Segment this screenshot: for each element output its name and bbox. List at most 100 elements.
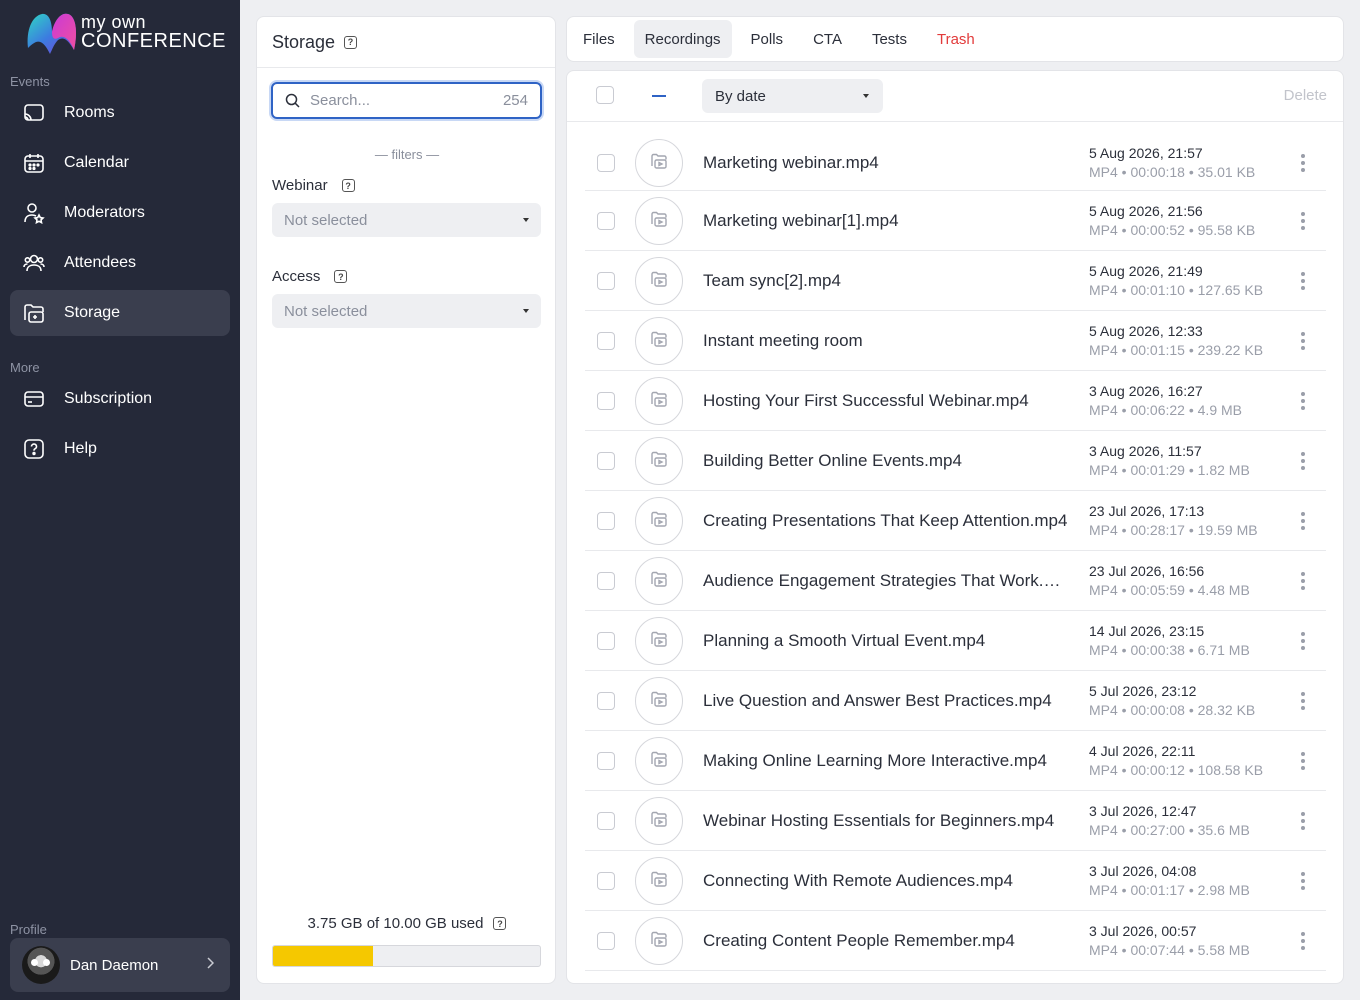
search-box[interactable]: 254 [271,82,542,119]
sidebar-item-rooms[interactable]: Rooms [10,90,230,136]
row-checkbox[interactable] [597,452,615,470]
table-row[interactable]: Webinar Hosting Essentials for Beginners… [585,791,1326,851]
app-logo[interactable]: my own CONFERENCE [24,10,226,56]
profile-card[interactable]: Dan Daemon [10,938,230,992]
table-row[interactable]: Creating Content People Remember.mp4 3 Ju… [585,911,1326,971]
sidebar-item-help[interactable]: Help [10,426,230,472]
video-folder-icon [650,750,668,773]
recordings-list-panel: By date Delete Marketing webinar.mp4 5 Au… [566,70,1344,984]
row-checkbox[interactable] [597,932,615,950]
recording-thumbnail [635,737,683,785]
file-name[interactable]: Audience Engagement Strategies That Work… [703,571,1071,591]
more-options-icon[interactable] [1297,512,1309,530]
file-meta: MP4 • 00:01:15 • 239.22 KB [1089,342,1264,358]
deselect-dash[interactable] [652,95,666,97]
sidebar-item-storage[interactable]: Storage [10,290,230,336]
file-name[interactable]: Creating Content People Remember.mp4 [703,931,1071,951]
row-checkbox[interactable] [597,752,615,770]
more-options-icon[interactable] [1297,332,1309,350]
sidebar-item-label: Calendar [64,154,129,171]
access-help-icon[interactable]: ? [334,270,348,283]
table-row[interactable]: Hosting Your First Successful Webinar.mp… [585,371,1326,431]
recording-thumbnail [635,317,683,365]
table-row[interactable]: Making Online Learning More Interactive.… [585,731,1326,791]
more-options-icon[interactable] [1297,632,1309,650]
file-name[interactable]: Marketing webinar[1].mp4 [703,211,1071,231]
file-name[interactable]: Live Question and Answer Best Practices.… [703,691,1071,711]
row-checkbox[interactable] [597,812,615,830]
tab-polls[interactable]: Polls [740,20,795,58]
file-date: 3 Jul 2026, 04:08 [1089,863,1197,879]
more-options-icon[interactable] [1297,932,1309,950]
storage-panel: Storage ? 254 — filters — Webinar ? Not … [256,16,556,984]
file-name[interactable]: Connecting With Remote Audiences.mp4 [703,871,1071,891]
recording-thumbnail [635,917,683,965]
attendees-icon [22,251,46,275]
sidebar-item-subscription[interactable]: Subscription [10,376,230,422]
sidebar: my own CONFERENCE Events Rooms Calendar … [0,0,240,1000]
file-name[interactable]: Hosting Your First Successful Webinar.mp… [703,391,1071,411]
caret-down-icon [523,309,529,313]
file-name[interactable]: Instant meeting room [703,331,1071,351]
search-icon [285,93,300,108]
row-checkbox[interactable] [597,692,615,710]
more-options-icon[interactable] [1297,572,1309,590]
tab-cta[interactable]: CTA [802,20,853,58]
sidebar-item-attendees[interactable]: Attendees [10,240,230,286]
table-row[interactable]: Instant meeting room 5 Aug 2026, 12:33 MP4… [585,311,1326,371]
row-checkbox[interactable] [597,212,615,230]
table-row[interactable]: Team sync[2].mp4 5 Aug 2026, 21:49 MP4 • 0… [585,251,1326,311]
sidebar-item-moderators[interactable]: Moderators [10,190,230,236]
sort-select[interactable]: By date [702,79,883,113]
file-name[interactable]: Webinar Hosting Essentials for Beginners… [703,811,1071,831]
row-checkbox[interactable] [597,572,615,590]
usage-help-icon[interactable]: ? [493,917,507,930]
row-checkbox[interactable] [597,512,615,530]
more-options-icon[interactable] [1297,692,1309,710]
more-options-icon[interactable] [1297,752,1309,770]
select-all-checkbox[interactable] [596,86,614,104]
table-row[interactable]: Connecting With Remote Audiences.mp4 3 Ju… [585,851,1326,911]
file-name[interactable]: Planning a Smooth Virtual Event.mp4 [703,631,1071,651]
tab-tests[interactable]: Tests [861,20,918,58]
video-folder-icon [650,870,668,893]
file-date: 3 Aug 2026, 16:27 [1089,383,1203,399]
row-checkbox[interactable] [597,872,615,890]
table-row[interactable]: Live Question and Answer Best Practices.… [585,671,1326,731]
storage-help-icon[interactable]: ? [344,35,358,49]
tab-files[interactable]: Files [572,20,626,58]
more-options-icon[interactable] [1297,872,1309,890]
more-options-icon[interactable] [1297,812,1309,830]
delete-button[interactable]: Delete [1284,87,1327,104]
tabs-bar: Files Recordings Polls CTA Tests Trash [566,16,1344,62]
file-name[interactable]: Creating Presentations That Keep Attenti… [703,511,1071,531]
tab-recordings[interactable]: Recordings [633,20,732,58]
row-checkbox[interactable] [597,332,615,350]
row-checkbox[interactable] [597,392,615,410]
more-options-icon[interactable] [1297,272,1309,290]
more-options-icon[interactable] [1297,452,1309,470]
access-select[interactable]: Not selected [272,294,541,328]
file-name[interactable]: Marketing webinar.mp4 [703,153,1071,173]
sidebar-item-calendar[interactable]: Calendar [10,140,230,186]
table-row[interactable]: Marketing webinar.mp4 5 Aug 2026, 21:57 MP… [585,123,1326,191]
more-options-icon[interactable] [1297,392,1309,410]
file-name[interactable]: Making Online Learning More Interactive.… [703,751,1071,771]
row-checkbox[interactable] [597,154,615,172]
table-row[interactable]: Audience Engagement Strategies That Work… [585,551,1326,611]
table-row[interactable]: Marketing webinar[1].mp4 5 Aug 2026, 21:5… [585,191,1326,251]
table-row[interactable]: Planning a Smooth Virtual Event.mp4 14 Ju… [585,611,1326,671]
tab-trash[interactable]: Trash [926,20,986,58]
webinar-select[interactable]: Not selected [272,203,541,237]
webinar-help-icon[interactable]: ? [341,179,355,192]
row-checkbox[interactable] [597,632,615,650]
table-row[interactable]: Building Better Online Events.mp4 3 Aug 2… [585,431,1326,491]
more-options-icon[interactable] [1297,154,1309,172]
table-row[interactable]: Creating Presentations That Keep Attenti… [585,491,1326,551]
file-name[interactable]: Team sync[2].mp4 [703,271,1071,291]
row-checkbox[interactable] [597,272,615,290]
file-name[interactable]: Building Better Online Events.mp4 [703,451,1071,471]
more-options-icon[interactable] [1297,212,1309,230]
sidebar-item-label: Storage [64,304,121,321]
search-input[interactable] [310,92,503,109]
